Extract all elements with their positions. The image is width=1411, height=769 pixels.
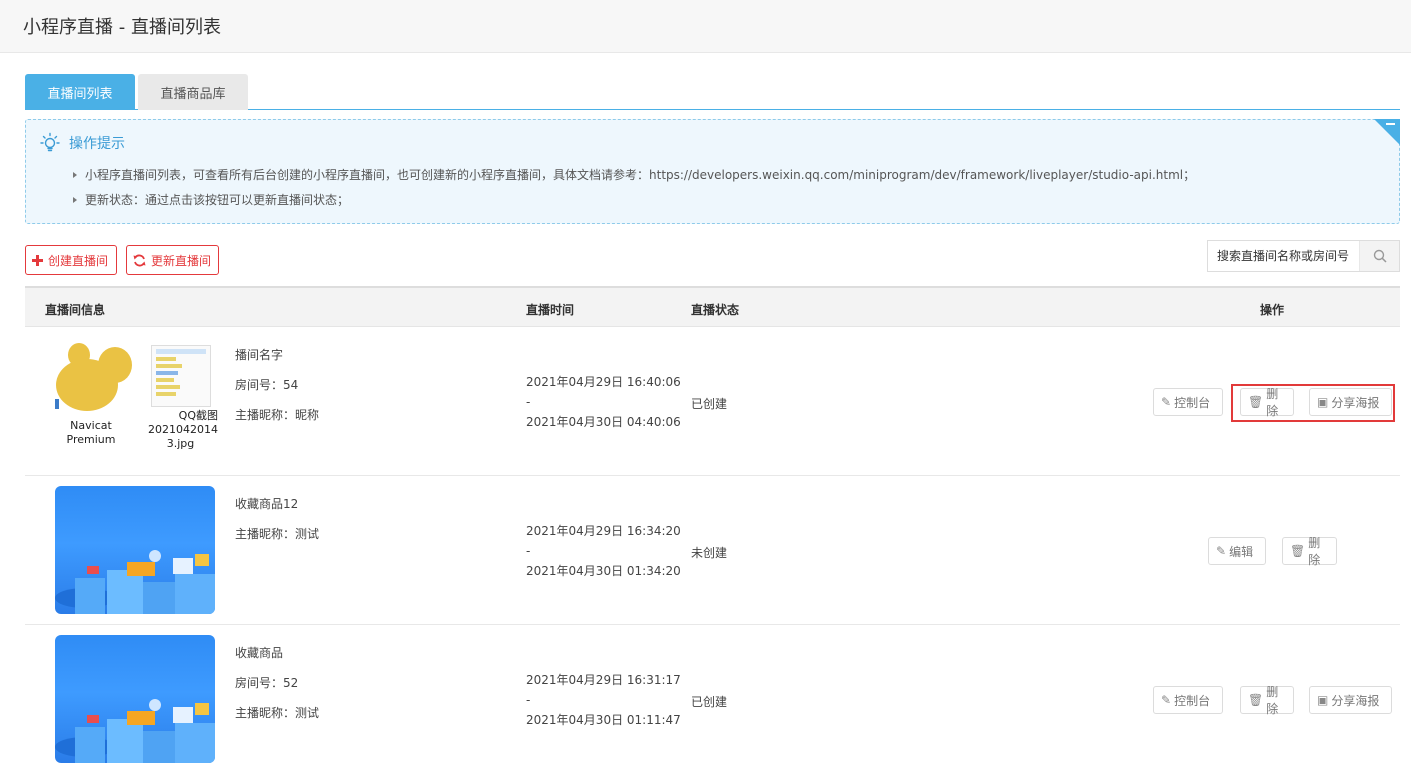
minus-icon[interactable] (1386, 123, 1395, 125)
thumb-caption-line: 3.jpg (166, 437, 195, 450)
edit-label: 编辑 (1229, 544, 1254, 559)
table-row: 收藏商品12 主播昵称：测试 2021年04月29日 16:34:20 - 20… (25, 476, 1400, 625)
search-box (1207, 240, 1400, 272)
tab-live-product-library[interactable]: 直播商品库 (138, 74, 248, 110)
tip-line: 更新状态：通过点击该按钮可以更新直播间状态； (73, 191, 349, 208)
edit-icon: ✎ (1161, 693, 1172, 707)
room-cover-image (55, 486, 215, 614)
console-button[interactable]: ✎ 控制台 (1153, 388, 1223, 416)
start-time: 2021年04月29日 16:40:06 (526, 375, 681, 389)
caret-right-icon (73, 171, 77, 178)
end-time: 2021年04月30日 01:11:47 (526, 713, 681, 727)
lightbulb-icon (40, 132, 60, 152)
live-time: 2021年04月29日 16:40:06 - 2021年04月30日 04:40… (526, 372, 681, 432)
room-name: 收藏商品12 (235, 497, 299, 511)
search-icon (1373, 249, 1387, 263)
room-name: 收藏商品 (235, 646, 284, 660)
room-cover-image (55, 635, 215, 763)
console-label: 控制台 (1174, 693, 1211, 708)
page-title: 小程序直播 - 直播间列表 (23, 17, 221, 38)
thumb-caption-line: QQ截图 (178, 409, 218, 422)
delete-button[interactable]: 🗑 删除 (1240, 685, 1294, 716)
start-time: 2021年04月29日 16:34:20 (526, 524, 681, 538)
create-live-room-button[interactable]: 创建直播间 (25, 245, 117, 275)
refresh-live-room-label: 更新直播间 (151, 253, 212, 268)
anchor-nickname: 主播昵称：昵称 (235, 408, 320, 422)
live-status: 已创建 (691, 695, 728, 709)
console-label: 控制台 (1174, 395, 1211, 410)
room-number: 房间号：54 (235, 378, 299, 392)
live-status: 未创建 (691, 546, 728, 560)
start-time: 2021年04月29日 16:31:17 (526, 673, 681, 687)
anchor-nickname: 主播昵称：测试 (235, 527, 320, 541)
column-header-info: 直播间信息 (45, 303, 106, 317)
tip-text: 小程序直播间列表，可查看所有后台创建的小程序直播间，也可创建新的小程序直播间，具… (85, 168, 1196, 182)
image-icon: ▣ (1317, 693, 1329, 707)
delete-label: 删除 (1266, 685, 1279, 716)
plus-icon (32, 254, 43, 266)
thumb-caption-line: 2021042014 (148, 423, 218, 436)
live-time: 2021年04月29日 16:34:20 - 2021年04月30日 01:34… (526, 521, 681, 581)
anchor-nickname: 主播昵称：测试 (235, 706, 320, 720)
trash-icon: 🗑 (1290, 544, 1306, 558)
thumb-caption: Navicat Premium (66, 419, 116, 446)
thumb-caption: QQ截图 2021042014 3.jpg (143, 409, 218, 451)
cover-illustration (55, 699, 215, 763)
end-time: 2021年04月30日 01:34:20 (526, 564, 681, 578)
edit-icon: ✎ (1216, 544, 1227, 558)
cover-illustration (55, 550, 215, 614)
table-header: 直播间信息 直播时间 直播状态 操作 (25, 286, 1400, 327)
live-status: 已创建 (691, 397, 728, 411)
column-header-actions: 操作 (1260, 303, 1285, 317)
table-row: Navicat Premium QQ截图 2021042014 3.jpg 播间… (25, 327, 1400, 476)
search-button[interactable] (1359, 241, 1399, 271)
end-time: 2021年04月30日 04:40:06 (526, 415, 681, 429)
operation-tips-panel: 操作提示 小程序直播间列表，可查看所有后台创建的小程序直播间，也可创建新的小程序… (25, 119, 1400, 224)
room-number: 房间号：52 (235, 676, 299, 690)
navicat-logo-icon (55, 343, 132, 411)
time-separator: - (526, 544, 531, 558)
edit-icon: ✎ (1161, 395, 1172, 409)
tab-bar: 直播间列表 直播商品库 (25, 74, 1400, 110)
share-poster-label: 分享海报 (1331, 693, 1380, 708)
refresh-live-room-button[interactable]: 更新直播间 (126, 245, 219, 275)
create-live-room-label: 创建直播间 (48, 253, 109, 268)
search-input[interactable] (1208, 241, 1359, 271)
page-header: 小程序直播 - 直播间列表 (0, 0, 1411, 53)
share-poster-button[interactable]: ▣ 分享海报 (1309, 686, 1392, 714)
screenshot-preview (151, 345, 211, 407)
tips-header: 操作提示 (39, 132, 125, 154)
table-row: 收藏商品 房间号：52 主播昵称：测试 2021年04月29日 16:31:17… (25, 625, 1400, 769)
delete-label: 删除 (1308, 536, 1321, 567)
tips-title: 操作提示 (69, 136, 125, 152)
room-cover-image: QQ截图 2021042014 3.jpg (143, 345, 218, 460)
console-button[interactable]: ✎ 控制台 (1153, 686, 1223, 714)
time-separator: - (526, 395, 531, 409)
room-name: 播间名字 (235, 348, 284, 362)
delete-button[interactable]: 🗑 删除 (1282, 536, 1337, 567)
time-separator: - (526, 693, 531, 707)
column-header-time: 直播时间 (526, 303, 575, 317)
caret-right-icon (73, 196, 77, 203)
tip-text: 更新状态：通过点击该按钮可以更新直播间状态； (85, 193, 350, 207)
column-header-status: 直播状态 (691, 303, 740, 317)
trash-icon: 🗑 (1248, 693, 1264, 707)
highlight-box (1231, 384, 1395, 422)
live-time: 2021年04月29日 16:31:17 - 2021年04月30日 01:11… (526, 670, 681, 730)
refresh-icon (133, 254, 146, 266)
tab-live-room-list[interactable]: 直播间列表 (25, 74, 135, 110)
tip-line: 小程序直播间列表，可查看所有后台创建的小程序直播间，也可创建新的小程序直播间，具… (73, 166, 1195, 183)
live-room-table: 直播间信息 直播时间 直播状态 操作 Navicat Premium QQ截图 … (25, 286, 1400, 769)
room-cover-image: Navicat Premium (55, 337, 132, 452)
edit-button[interactable]: ✎ 编辑 (1208, 537, 1266, 565)
